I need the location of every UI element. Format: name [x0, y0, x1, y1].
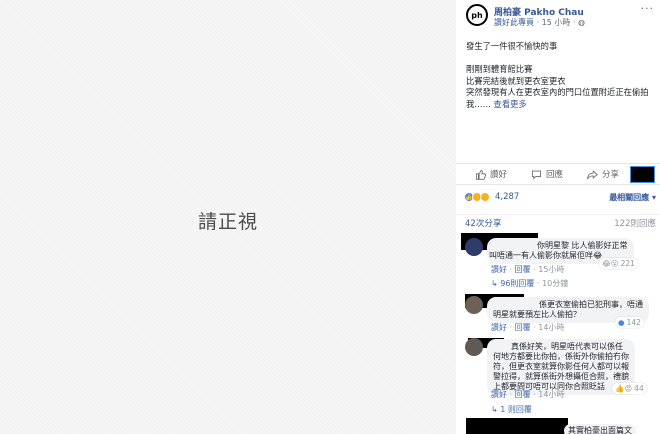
- reaction-icons: 😂😮: [602, 259, 619, 268]
- post-sidebar: ph 周柏豪 Pakho Chau 讚好此專頁 · 15 小時 · ◍ ··· …: [456, 0, 660, 434]
- post-time: · 15 小時 ·: [534, 18, 578, 27]
- view-replies-link[interactable]: ↳ 1 则回覆: [491, 404, 532, 415]
- commenter-avatar[interactable]: [465, 296, 483, 314]
- post-line: 我…… 查看更多: [466, 98, 527, 109]
- page-avatar[interactable]: ph: [466, 4, 488, 26]
- comment-meta: 讚好 · 回覆 · 14小時: [491, 323, 565, 332]
- share-label: 分享: [602, 170, 620, 180]
- like-page-link[interactable]: 讚好此專頁: [494, 18, 534, 27]
- reaction-icons: 👍😡: [615, 384, 633, 393]
- comment-button[interactable]: 回應: [531, 168, 563, 180]
- sort-comments-dropdown[interactable]: 最相關回應 ▾: [609, 192, 656, 203]
- reactions-row: 👍 4,287 最相關回應 ▾: [456, 191, 660, 205]
- post-line: 剛剛到體育館比賽: [466, 64, 533, 74]
- see-more-link[interactable]: 查看更多: [494, 99, 527, 109]
- commenter-avatar[interactable]: [465, 238, 483, 256]
- post-line: [466, 53, 658, 65]
- reaction-count[interactable]: 4,287: [495, 192, 519, 202]
- comment-like-link[interactable]: 讚好: [491, 265, 507, 274]
- comment-reply-link[interactable]: 回覆: [515, 265, 531, 274]
- redacted-avatar-box[interactable]: [630, 166, 655, 183]
- share-button[interactable]: 分享: [587, 168, 619, 180]
- post-line: 比賽完結後就到更衣室更衣: [466, 75, 566, 86]
- share-arrow-icon: [587, 169, 598, 180]
- like-label: 讚好: [490, 170, 508, 180]
- action-bar: 讚好 回應 分享: [456, 163, 660, 185]
- comment-icon: [531, 170, 542, 180]
- comment-meta: 讚好 · 回覆 · 14小時: [491, 390, 565, 399]
- photo-viewer[interactable]: 請正視: [0, 0, 456, 434]
- share-stats-row: 42次分享 122則回應: [456, 214, 660, 229]
- comment-reactions[interactable]: ● 142: [615, 317, 644, 328]
- share-count[interactable]: 42次分享: [465, 217, 501, 229]
- like-button[interactable]: 讚好: [475, 168, 507, 180]
- more-options-icon[interactable]: ···: [641, 2, 655, 15]
- wow-reaction-icon: [480, 192, 490, 202]
- comment-label: 回應: [546, 170, 564, 180]
- post-body: 發生了一件很不愉快的事 剛剛到體育館比賽 比賽完結後就到更衣室更衣 突然發現有人…: [466, 41, 658, 110]
- post-line: 突然發現有人在更衣室內的門口位置附近正在偷拍: [466, 87, 649, 97]
- globe-icon: ◍: [577, 18, 585, 27]
- view-replies-link[interactable]: ↳ 96則回覆 · 10分鐘: [491, 278, 568, 289]
- post-line: 發生了一件很不愉快的事: [466, 41, 558, 51]
- comment-like-link[interactable]: 讚好: [491, 323, 507, 332]
- comment-reactions[interactable]: 😂😮 221: [599, 258, 638, 269]
- comment-reactions[interactable]: 👍😡 44: [612, 383, 647, 394]
- comment-meta: 讚好 · 回覆 · 15小時: [491, 265, 565, 274]
- comment-bubble: 其實柏豪出面篇文: [564, 424, 636, 434]
- commenter-avatar[interactable]: [465, 338, 483, 356]
- comment-reply-link[interactable]: 回覆: [515, 323, 531, 332]
- redacted-name: [466, 418, 568, 434]
- comment-like-link[interactable]: 讚好: [491, 390, 507, 399]
- photo-overlay-text: 請正視: [197, 211, 258, 233]
- like-icon: ●: [618, 318, 625, 327]
- comment-count: 122則回應: [614, 219, 656, 229]
- post-meta: 讚好此專頁 · 15 小時 · ◍: [494, 17, 585, 28]
- reaction-icons[interactable]: 👍: [464, 192, 490, 202]
- thumbs-up-icon: [475, 169, 486, 180]
- comment-reply-link[interactable]: 回覆: [515, 390, 531, 399]
